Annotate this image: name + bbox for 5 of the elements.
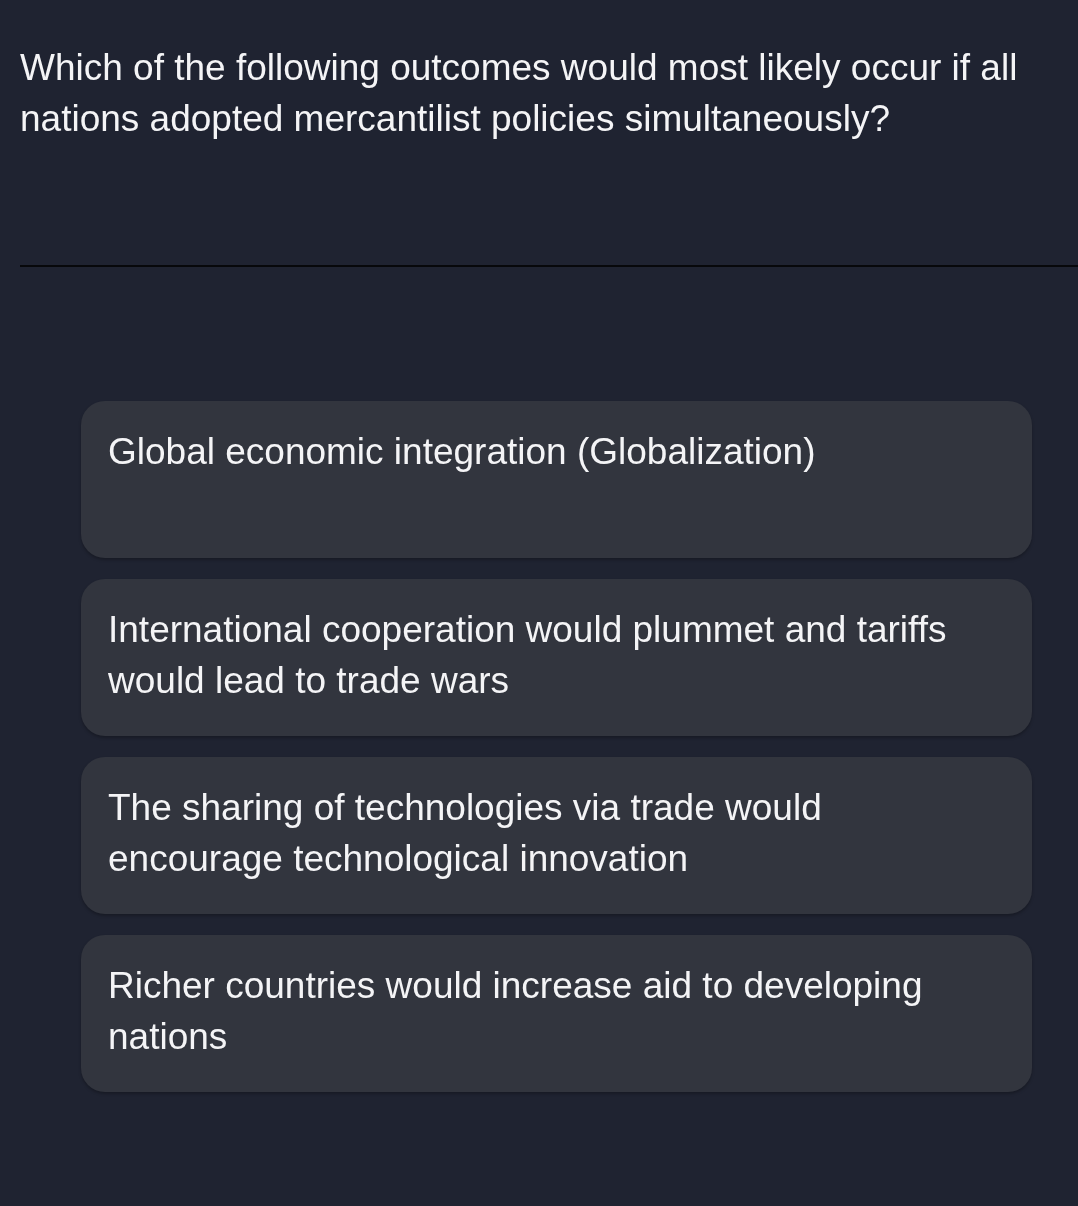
answer-option[interactable]: Richer countries would increase aid to developing nations (81, 935, 1032, 1092)
question-text: Which of the following outcomes would most likely occur if all nations adopted mercantilist policies simultaneously? (20, 46, 1019, 141)
answer-option[interactable]: The sharing of technologies via trade would encourage technological innovation (81, 757, 1032, 914)
answer-option[interactable]: Global economic integration (Globalization) (81, 401, 1032, 558)
answer-option[interactable]: International cooperation would plummet and tariffs would lead to trade wars (81, 579, 1032, 736)
